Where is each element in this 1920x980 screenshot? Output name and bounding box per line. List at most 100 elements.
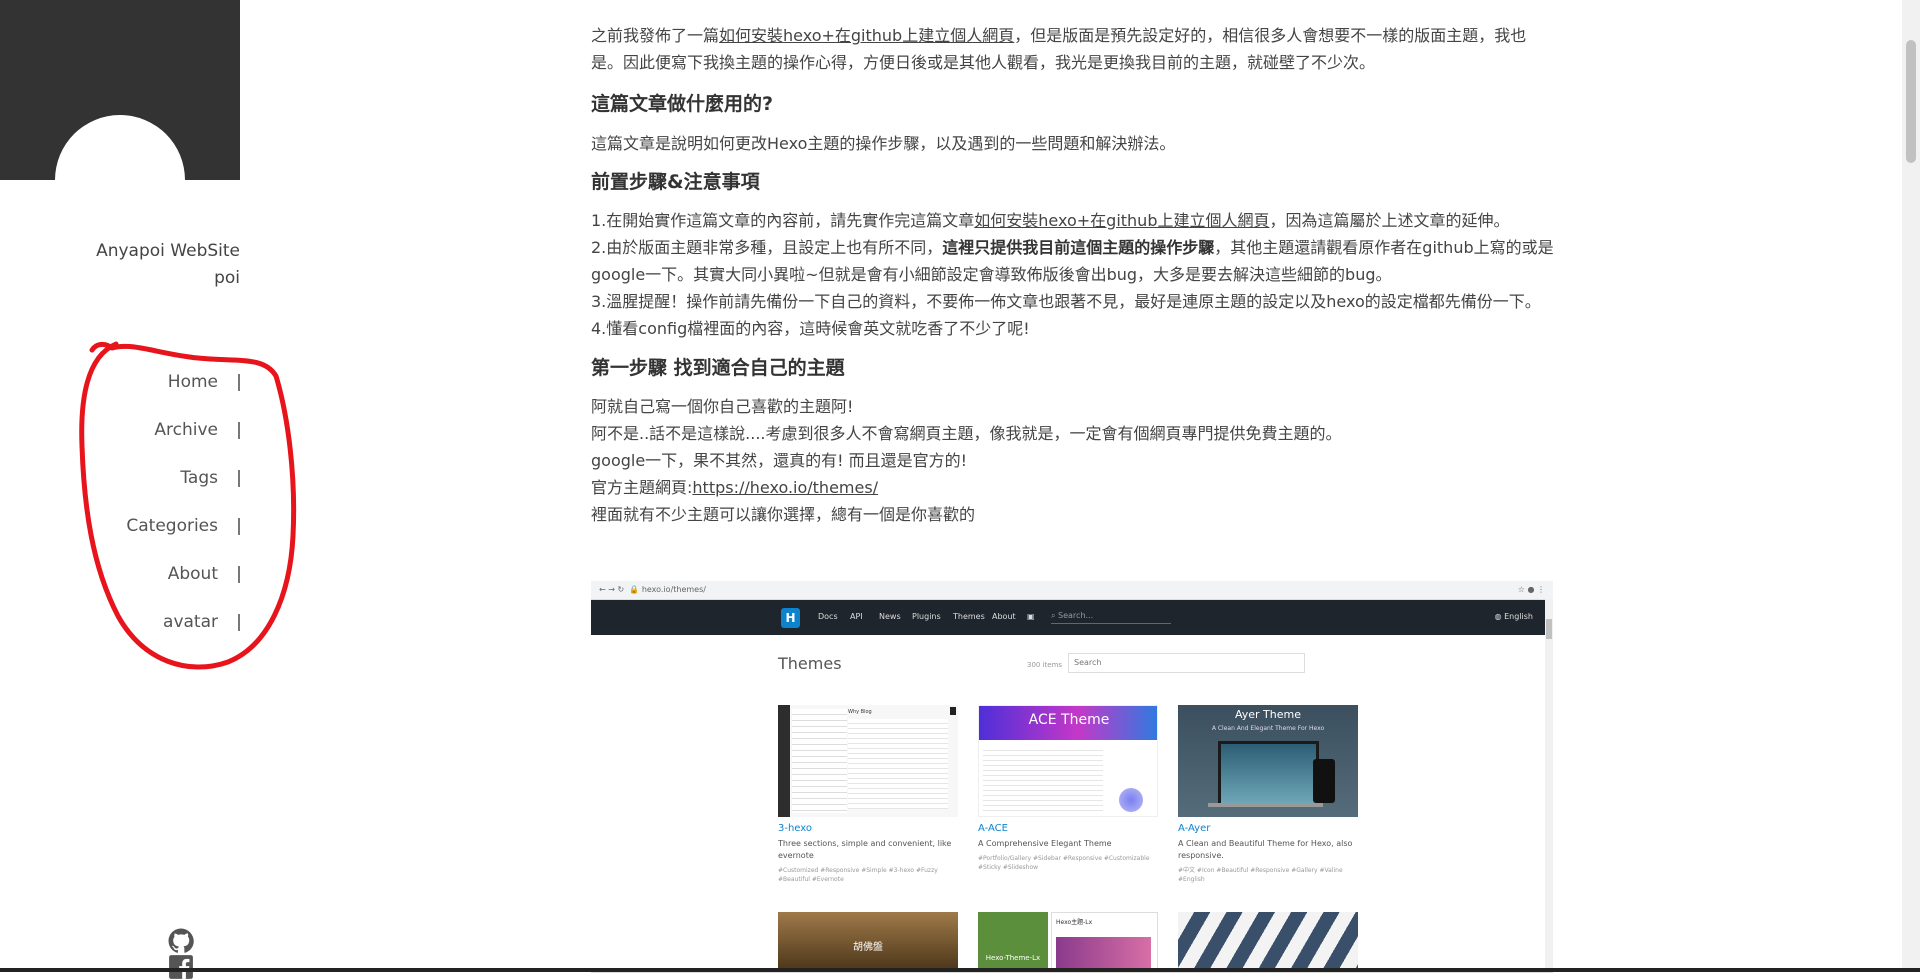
thumb-title: Ayer Theme [1234,708,1302,721]
nav-label[interactable]: Tags [180,460,218,496]
heading-purpose: 這篇文章做什麼用的? [591,93,774,115]
thumb-title: Hexo主題-Lx [1056,919,1093,926]
intro-text: 之前我發佈了一篇 [591,26,720,45]
nav-item-about[interactable]: About [0,556,240,604]
theme-thumbnail-row2: 胡佛盤 [778,912,958,972]
screenshot-scrollbar-thumb [1546,619,1552,639]
theme-name: A-Ayer [1178,823,1211,834]
theme-name: 3-hexo [778,823,813,834]
sidebar-header-banner [0,0,240,180]
hexo-language-label: English [1504,612,1533,621]
avatar[interactable] [55,115,185,180]
theme-thumbnail-row2: Hexo-Theme-Lx [978,912,1048,972]
bold-text: 這裡只提供我目前這個主題的操作步驟 [942,238,1215,257]
hexo-nav-plugins: Plugins [912,612,941,621]
hexo-search: ⌕ Search... [1051,611,1171,624]
theme-tags: #Customized #Responsive #Simple #3-hexo … [778,867,938,883]
nav-divider [238,470,240,487]
hexo-nav-docs: Docs [818,612,838,621]
hexo-themes-filter: Search [1068,653,1305,673]
theme-thumbnail: ACE Theme [978,705,1158,817]
text: 官方主題網頁: [591,478,693,497]
sidebar: Anyapoi WebSite poi Home Archive Tags Ca… [0,0,240,979]
prerequisite-3: 3.溫腥提醒！操作前請先備份一下自己的資料，不要佈一佈文章也跟著不見，最好是連原… [591,292,1541,311]
thumb-title: Why Blog [848,709,872,715]
step1-line-4: 官方主題網頁:https://hexo.io/themes/ [591,474,1556,501]
nav-label[interactable]: Categories [126,508,218,544]
hexo-nav-api: API [850,612,863,621]
theme-tags: #中文 #Icon #Beautiful #Responsive #Galler… [1178,867,1343,883]
hexo-language: ◍ English [1495,612,1533,621]
facebook-icon[interactable] [168,954,194,980]
browser-url: hexo.io/themes/ [641,585,706,594]
hexo-nav-bar: H Docs API News Plugins Themes About ▣ ⌕… [591,600,1553,635]
theme-thumbnail: Ayer Theme A Clean And Elegant Theme For… [1178,705,1358,817]
hexo-nav-gift-icon: ▣ [1027,612,1035,621]
text: 2.由於版面主題非常多種，且設定上也有所不同， [591,238,943,257]
theme-desc: A Clean and Beautiful Theme for Hexo, al… [1178,839,1353,860]
hexo-nav-themes: Themes [953,612,985,621]
back-icon: ← [599,585,606,594]
nav-item-tags[interactable]: Tags [0,460,240,508]
text: ，因為這篇屬於上述文章的延伸。 [1269,211,1510,230]
nav-label[interactable]: About [168,556,218,592]
step1-line-5: 裡面就有不少主題可以讓你選擇，總有一個是你喜歡的 [591,505,976,524]
nav-divider [238,566,240,583]
nav-item-home[interactable]: Home [0,364,240,412]
theme-name: A-ACE [978,823,1008,834]
step1-line-3: google一下，果不其然，還真的有! 而且還是官方的! [591,451,968,470]
nav-item-avatar[interactable]: avatar [0,604,240,652]
purpose-paragraph: 這篇文章是說明如何更改Hexo主題的操作步驟，以及遇到的一些問題和解決辦法。 [591,134,1176,153]
intro-paragraph: 之前我發佈了一篇如何安裝hexo+在github上建立個人網頁，但是版面是預先設… [591,22,1556,76]
site-subtitle: poi [214,268,240,288]
article-content: 之前我發佈了一篇如何安裝hexo+在github上建立個人網頁，但是版面是預先設… [591,22,1556,528]
theme-card-3-hexo: Why Blog 3-hexo Three sections, simple a… [778,705,958,884]
install-hexo-link-2[interactable]: 如何安裝hexo+在github上建立個人網頁 [974,211,1269,230]
thumb-title: ACE Theme [1028,712,1110,728]
bottom-edge [0,968,1920,972]
nav-item-categories[interactable]: Categories [0,508,240,556]
nav-label[interactable]: Archive [154,412,218,448]
theme-thumbnail: Why Blog [778,705,958,817]
nav-item-archive[interactable]: Archive [0,412,240,460]
social-links [168,928,240,980]
page-scrollbar[interactable] [1902,0,1920,972]
theme-thumbnail-row2 [1178,912,1358,972]
page-scrollbar-thumb[interactable] [1906,40,1916,163]
heading-prerequisites: 前置步驟&注意事項 [591,171,760,193]
search-icon: ⌕ [1051,611,1056,620]
step1-line-1: 阿就自己寫一個你自己喜歡的主題阿! [591,397,854,416]
theme-desc: A Comprehensive Elegant Theme [978,839,1112,848]
prerequisite-2: 2.由於版面主題非常多種，且設定上也有所不同，這裡只提供我目前這個主題的操作步驟… [591,234,1556,288]
github-icon[interactable] [168,928,194,954]
lock-icon: 🔒 [629,585,640,594]
globe-icon: ◍ [1494,612,1502,621]
hexo-themes-screenshot: ← → ↻ 🔒 hexo.io/themes/ ☆ ● ⋮ H Docs API… [591,581,1553,973]
browser-toolbar-icons: ☆ ● ⋮ [1517,585,1545,594]
hexo-search-placeholder: Search... [1058,611,1094,620]
browser-chrome: ← → ↻ 🔒 hexo.io/themes/ ☆ ● ⋮ [591,581,1553,600]
prerequisite-4: 4.懂看config檔裡面的內容，這時候會英文就吃香了不少了呢! [591,319,1030,338]
hexo-logo: H [781,608,800,628]
nav-label[interactable]: Home [168,364,218,400]
prerequisite-1: 1.在開始實作這篇文章的內容前，請先實作完這篇文章如何安裝hexo+在githu… [591,207,1556,234]
thumb-title: 胡佛盤 [853,942,883,953]
install-hexo-link[interactable]: 如何安裝hexo+在github上建立個人網頁 [719,26,1014,45]
hexo-themes-link[interactable]: https://hexo.io/themes/ [692,478,878,497]
nav-divider [238,374,240,391]
hexo-themes-title: Themes [778,654,842,673]
hexo-themes-count: 300 items [1027,661,1063,669]
hexo-nav-about: About [992,612,1016,621]
nav-divider [238,614,240,631]
sidebar-nav: Home Archive Tags Categories About avata… [0,364,240,652]
nav-divider [238,422,240,439]
site-title[interactable]: Anyapoi WebSite [0,241,240,261]
text: 1.在開始實作這篇文章的內容前，請先實作完這篇文章 [591,211,975,230]
reload-icon: ↻ [617,585,625,594]
nav-label[interactable]: avatar [163,604,218,640]
nav-divider [238,518,240,535]
theme-card-a-ace: ACE Theme A-ACE A Comprehensive Elegant … [978,705,1158,872]
theme-card-a-ayer: Ayer Theme A Clean And Elegant Theme For… [1178,705,1358,884]
thumb-title: Hexo-Theme-Lx [985,954,1041,962]
theme-thumbnail-row2: Hexo主題-Lx [1051,912,1158,972]
